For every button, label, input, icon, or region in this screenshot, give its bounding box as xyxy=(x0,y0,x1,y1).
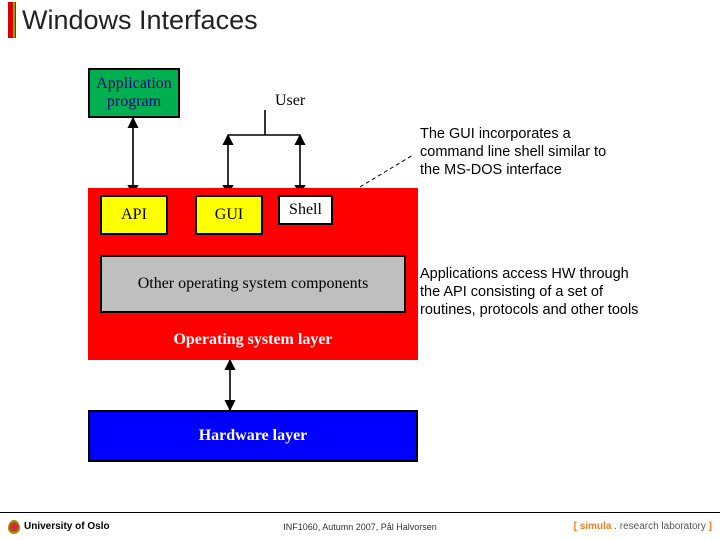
footer: University of Oslo INF1060, Autumn 2007,… xyxy=(0,512,720,540)
footer-bracket-close: ] xyxy=(706,521,712,532)
footer-center: INF1060, Autumn 2007, Pål Halvorsen xyxy=(283,522,437,532)
other-os-components-box: Other operating system components xyxy=(100,255,406,313)
api-note: Applications access HW through the API c… xyxy=(420,265,650,319)
gui-box: GUI xyxy=(195,195,263,235)
footer-university: University of Oslo xyxy=(24,521,110,532)
university-crest-icon xyxy=(8,520,20,534)
user-label: User xyxy=(275,92,305,110)
page-title: Windows Interfaces xyxy=(22,5,258,36)
gui-note: The GUI incorporates a command line shel… xyxy=(420,125,630,179)
application-program-box: Application program xyxy=(88,68,180,118)
shell-box: Shell xyxy=(278,195,333,225)
api-box: API xyxy=(100,195,168,235)
footer-research: research laboratory xyxy=(620,521,706,532)
diagram-canvas: Application program User API GUI Shell O… xyxy=(0,40,720,500)
footer-right: [ simula . research laboratory ] xyxy=(574,521,712,532)
footer-simula: simula xyxy=(580,521,612,532)
title-bar: Windows Interfaces xyxy=(0,0,720,40)
os-layer-label: Operating system layer xyxy=(88,320,418,360)
footer-dot: . xyxy=(611,521,619,532)
footer-left: University of Oslo xyxy=(0,520,110,534)
hardware-layer-box: Hardware layer xyxy=(88,410,418,462)
title-accent-icon xyxy=(8,2,16,38)
